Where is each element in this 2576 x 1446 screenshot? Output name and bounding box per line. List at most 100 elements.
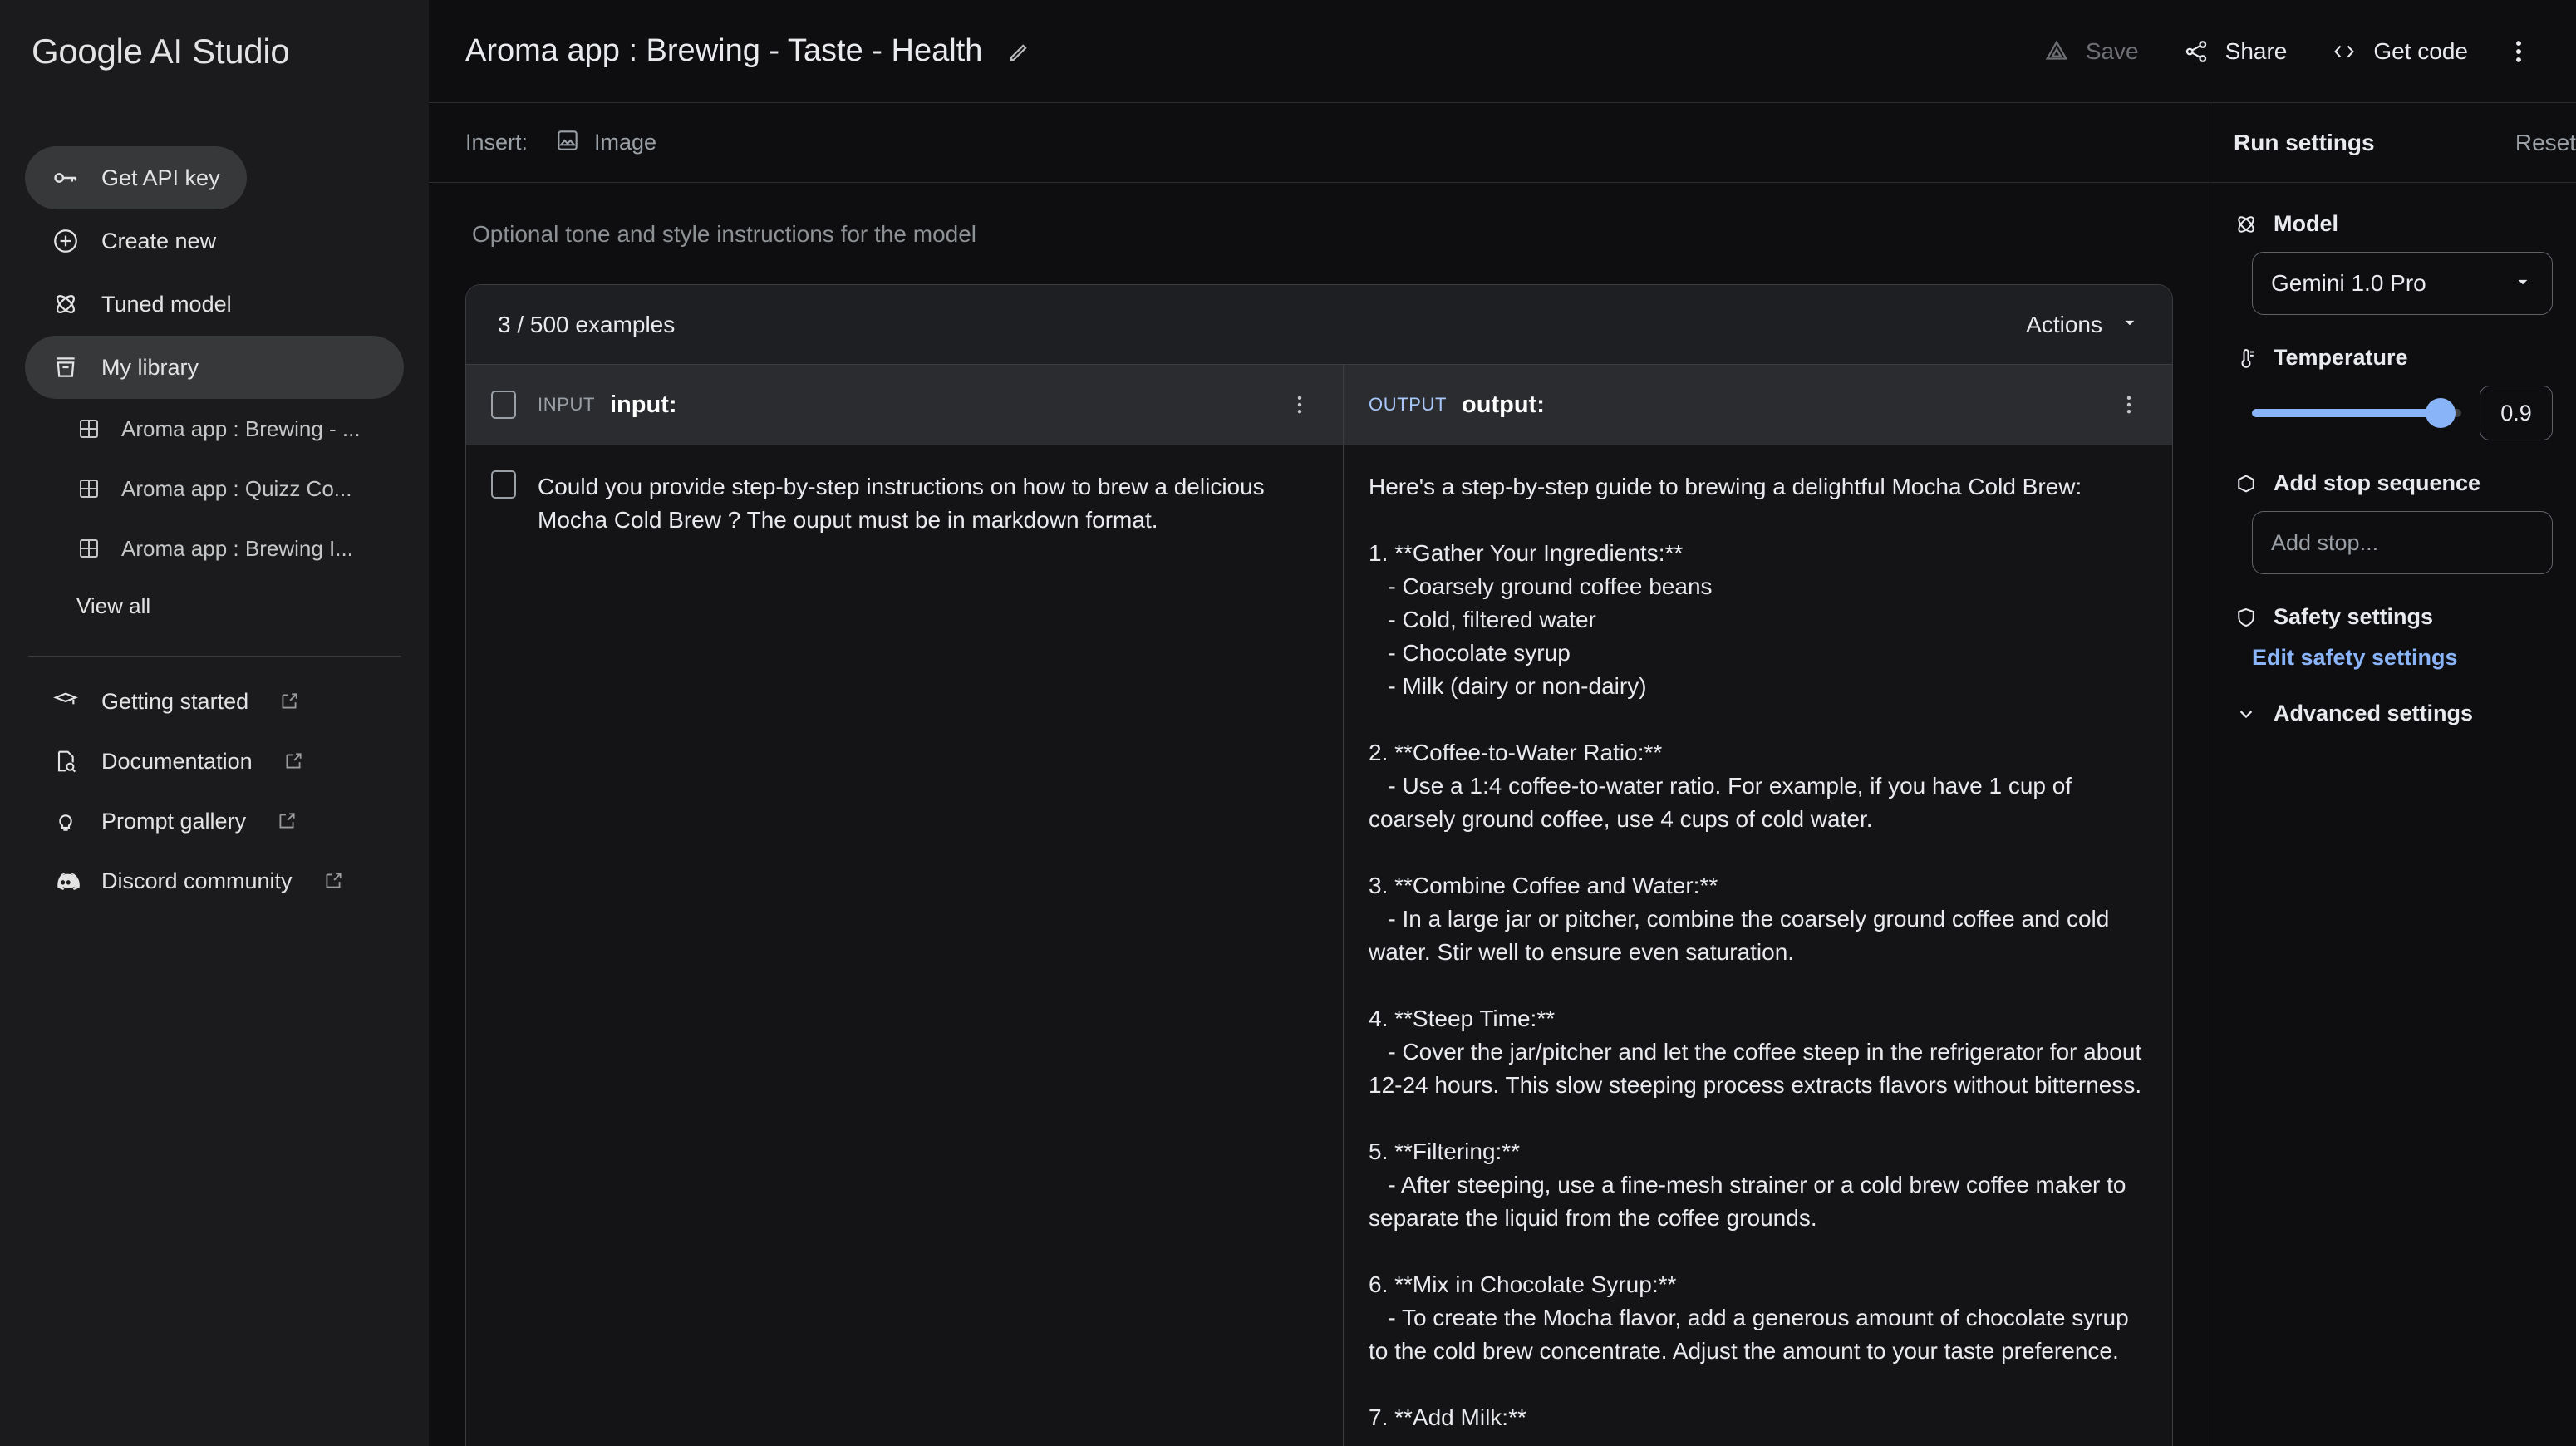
safety-settings-label: Safety settings	[2274, 604, 2433, 630]
app-brand: Google AI Studio	[0, 0, 429, 71]
sidebar-item-my-library[interactable]: My library	[25, 336, 404, 399]
input-field-name: input:	[610, 391, 677, 419]
output-tag: OUTPUT	[1369, 394, 1447, 416]
kebab-menu-icon	[2515, 37, 2523, 66]
example-input-cell[interactable]: Could you provide step-by-step instructi…	[466, 445, 1344, 1446]
examples-scroll-area[interactable]: Optional tone and style instructions for…	[429, 183, 2210, 1446]
insert-bar: Insert: Image	[429, 103, 2210, 183]
atom-icon	[2234, 212, 2259, 237]
external-link-icon	[322, 870, 344, 892]
document-search-icon	[52, 747, 80, 775]
example-output-cell[interactable]: Here's a step-by-step guide to brewing a…	[1344, 445, 2172, 1446]
list-item-label: Aroma app : Brewing - ...	[121, 416, 361, 442]
safety-setting-group: Safety settings Edit safety settings	[2234, 604, 2553, 671]
atom-icon	[52, 290, 80, 318]
sidebar-item-documentation[interactable]: Documentation	[25, 731, 404, 791]
view-all-link[interactable]: View all	[25, 578, 404, 634]
sidebar-item-label: My library	[101, 355, 199, 381]
insert-label: Insert:	[465, 130, 528, 155]
list-item[interactable]: Aroma app : Brewing I...	[25, 519, 404, 578]
safety-label-row: Safety settings	[2234, 604, 2553, 630]
temperature-label: Temperature	[2274, 345, 2408, 371]
examples-card-header: 3 / 500 examples Actions	[466, 285, 2172, 365]
edit-safety-settings-link[interactable]: Edit safety settings	[2252, 645, 2553, 671]
model-select[interactable]: Gemini 1.0 Pro	[2252, 252, 2553, 315]
edit-pencil-icon[interactable]	[1005, 37, 1034, 66]
sidebar-item-label: Discord community	[101, 868, 293, 894]
sidebar-item-create-new[interactable]: Create new	[25, 209, 404, 273]
reset-button[interactable]: Reset	[2515, 130, 2576, 156]
select-all-checkbox[interactable]	[491, 391, 516, 419]
app-root: Google AI Studio Get API key Create new	[0, 0, 2576, 1446]
sidebar-item-label: Documentation	[101, 749, 253, 775]
temperature-slider[interactable]	[2252, 398, 2461, 428]
stop-sequence-placeholder: Add stop...	[2271, 530, 2378, 556]
temperature-control-row: 0.9	[2252, 386, 2553, 440]
list-item-label: Aroma app : Brewing I...	[121, 536, 353, 562]
column-header-output: OUTPUT output:	[1344, 365, 2172, 445]
examples-card: 3 / 500 examples Actions	[465, 284, 2173, 1446]
tone-instructions-input[interactable]: Optional tone and style instructions for…	[465, 183, 2173, 284]
external-link-icon	[283, 750, 304, 772]
get-code-button[interactable]: Get code	[2308, 22, 2490, 81]
sidebar-item-discord-community[interactable]: Discord community	[25, 851, 404, 911]
sidebar-item-get-api-key[interactable]: Get API key	[25, 146, 247, 209]
graduation-cap-icon	[52, 687, 80, 716]
discord-icon	[52, 867, 80, 895]
main-area: Aroma app : Brewing - Taste - Health Sav…	[429, 0, 2576, 1446]
temperature-setting-group: Temperature 0.9	[2234, 345, 2553, 440]
hexagon-stop-icon	[2234, 471, 2259, 496]
sidebar-item-label: Getting started	[101, 689, 248, 715]
input-column-menu-button[interactable]	[1281, 393, 1318, 416]
output-field-name: output:	[1462, 391, 1545, 419]
stop-sequence-input[interactable]: Add stop...	[2252, 511, 2553, 574]
code-brackets-icon	[2330, 37, 2358, 66]
kebab-menu-icon	[2126, 393, 2132, 416]
row-checkbox[interactable]	[491, 470, 516, 499]
column-header-input: INPUT input:	[466, 365, 1344, 445]
share-label: Share	[2225, 38, 2288, 65]
model-label-row: Model	[2234, 211, 2553, 237]
share-icon	[2182, 37, 2210, 66]
insert-image-button[interactable]: Image	[546, 122, 665, 163]
model-selected-value: Gemini 1.0 Pro	[2271, 270, 2426, 297]
grid-icon	[76, 536, 101, 561]
advanced-settings-toggle[interactable]: Advanced settings	[2234, 701, 2553, 726]
table-row: Could you provide step-by-step instructi…	[466, 445, 2172, 1446]
sidebar-item-label: Create new	[101, 229, 216, 254]
list-item[interactable]: Aroma app : Brewing - ...	[25, 399, 404, 459]
stop-sequence-label-row: Add stop sequence	[2234, 470, 2553, 496]
external-link-icon	[278, 691, 300, 712]
work-area: Insert: Image Optional tone and style in…	[429, 103, 2576, 1446]
run-settings-header: Run settings Reset	[2210, 103, 2576, 183]
more-options-button[interactable]	[2490, 22, 2548, 81]
run-settings-body: Model Gemini 1.0 Pro	[2210, 183, 2576, 756]
actions-label: Actions	[2026, 312, 2102, 338]
model-label: Model	[2274, 211, 2338, 237]
library-icon	[52, 353, 80, 381]
list-item[interactable]: Aroma app : Quizz Co...	[25, 459, 404, 519]
run-settings-panel: Run settings Reset Model	[2210, 103, 2576, 1446]
share-button[interactable]: Share	[2161, 22, 2309, 81]
save-drive-icon	[2043, 37, 2071, 66]
save-button[interactable]: Save	[2021, 22, 2161, 81]
output-column-menu-button[interactable]	[2111, 393, 2147, 416]
sidebar-item-label: Tuned model	[101, 292, 232, 317]
advanced-settings-group: Advanced settings	[2234, 701, 2553, 726]
chevron-down-icon	[2512, 271, 2534, 297]
library-list: Aroma app : Brewing - ... Aroma app : Qu…	[25, 399, 404, 578]
advanced-settings-label: Advanced settings	[2274, 701, 2473, 726]
insert-image-label: Image	[594, 130, 656, 155]
list-item-label: Aroma app : Quizz Co...	[121, 476, 351, 502]
sidebar-item-tuned-model[interactable]: Tuned model	[25, 273, 404, 336]
run-settings-title: Run settings	[2234, 130, 2375, 156]
slider-thumb[interactable]	[2426, 398, 2456, 428]
sidebar-primary-nav: Get API key Create new Tuned model	[0, 146, 429, 634]
top-bar: Aroma app : Brewing - Taste - Health Sav…	[429, 0, 2576, 103]
actions-dropdown[interactable]: Actions	[2026, 312, 2141, 338]
plus-circle-icon	[52, 227, 80, 255]
temperature-value-input[interactable]: 0.9	[2480, 386, 2553, 440]
sidebar-item-prompt-gallery[interactable]: Prompt gallery	[25, 791, 404, 851]
sidebar-item-getting-started[interactable]: Getting started	[25, 671, 404, 731]
example-input-text: Could you provide step-by-step instructi…	[538, 470, 1318, 1434]
